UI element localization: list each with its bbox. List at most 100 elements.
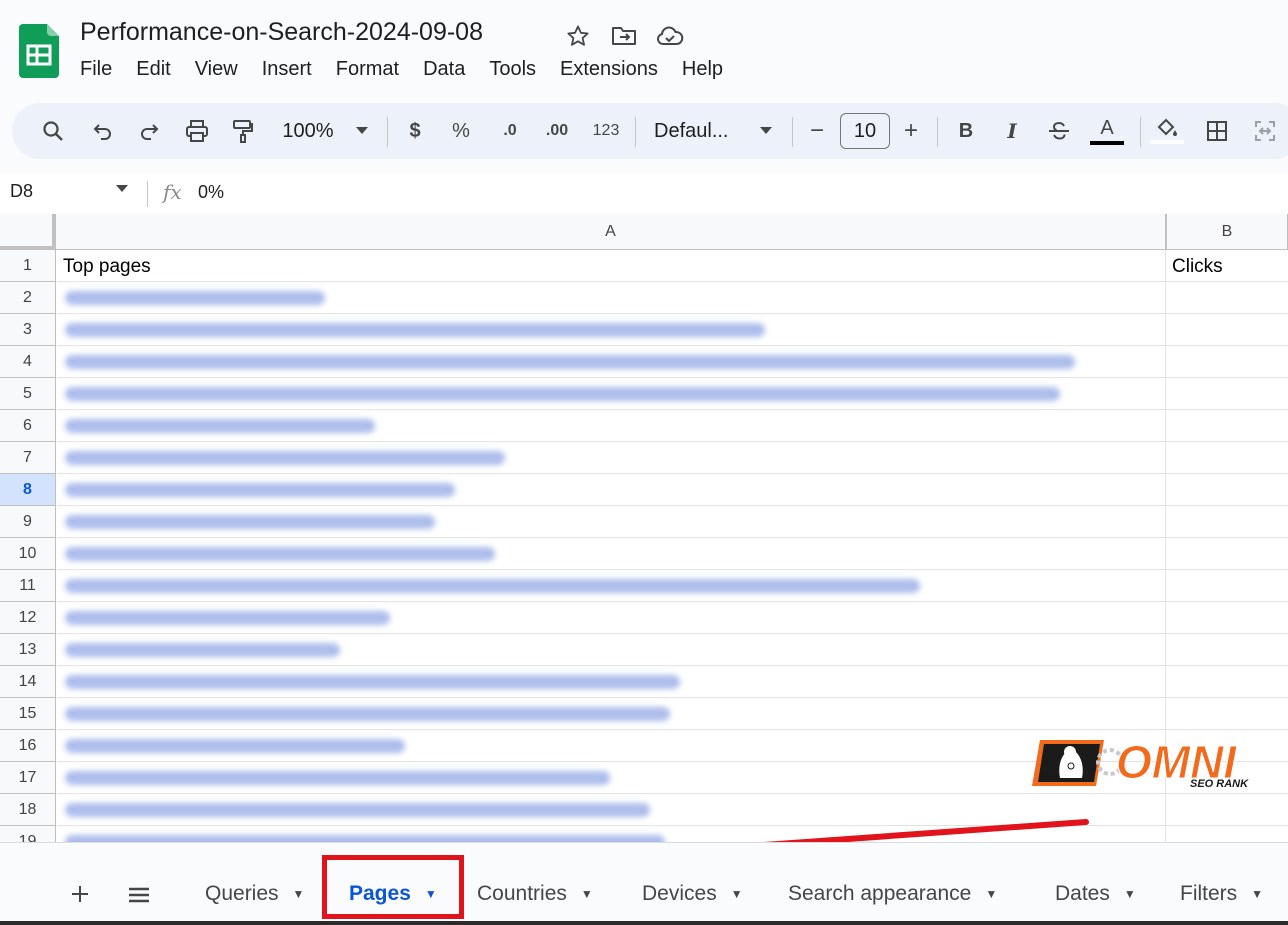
- menu-view[interactable]: View: [195, 58, 238, 81]
- cell-a[interactable]: [57, 410, 1166, 442]
- row-header[interactable]: 18: [0, 794, 56, 826]
- cell-b[interactable]: [1166, 794, 1288, 826]
- font-size-input[interactable]: 10: [840, 113, 890, 149]
- column-header-a[interactable]: A: [56, 214, 1166, 250]
- all-sheets-icon[interactable]: [128, 880, 150, 911]
- row-header[interactable]: 9: [0, 506, 56, 538]
- cell-a[interactable]: [57, 506, 1166, 538]
- column-header-b[interactable]: B: [1166, 214, 1288, 250]
- chevron-down-icon[interactable]: ▼: [1124, 887, 1136, 901]
- print-icon[interactable]: [182, 103, 212, 159]
- sheet-tab-queries[interactable]: Queries ▼: [205, 882, 304, 906]
- merge-cells-icon[interactable]: [1252, 103, 1278, 159]
- row-header[interactable]: 7: [0, 442, 56, 474]
- cell-a[interactable]: [57, 538, 1166, 570]
- sheet-tab-dates[interactable]: Dates ▼: [1055, 882, 1136, 906]
- row-header[interactable]: 16: [0, 730, 56, 762]
- cell-b[interactable]: [1166, 410, 1288, 442]
- document-title[interactable]: Performance-on-Search-2024-09-08: [80, 18, 483, 47]
- cell-b[interactable]: [1166, 602, 1288, 634]
- cell-a[interactable]: [57, 762, 1166, 794]
- row-header[interactable]: 1: [0, 250, 56, 282]
- cell-a[interactable]: Top pages: [57, 250, 1166, 282]
- currency-format-button[interactable]: $: [402, 103, 428, 159]
- fill-color-icon[interactable]: [1150, 103, 1184, 159]
- row-header[interactable]: 13: [0, 634, 56, 666]
- cell-a[interactable]: [57, 602, 1166, 634]
- cell-b[interactable]: [1166, 666, 1288, 698]
- sheet-tab-search-appearance[interactable]: Search appearance ▼: [788, 882, 997, 906]
- bold-button[interactable]: B: [954, 103, 978, 159]
- cell-b[interactable]: [1166, 506, 1288, 538]
- sheet-tab-countries[interactable]: Countries ▼: [477, 882, 593, 906]
- cell-b[interactable]: [1166, 698, 1288, 730]
- row-header[interactable]: 10: [0, 538, 56, 570]
- redo-icon[interactable]: [134, 103, 164, 159]
- chevron-down-icon[interactable]: ▼: [1251, 887, 1263, 901]
- name-box[interactable]: D8: [10, 181, 33, 202]
- cell-a[interactable]: [57, 570, 1166, 602]
- cell-a[interactable]: [57, 314, 1166, 346]
- zoom-caret-icon[interactable]: [352, 103, 372, 159]
- cell-a[interactable]: [57, 730, 1166, 762]
- cloud-saved-icon[interactable]: [656, 22, 684, 50]
- increase-font-size-button[interactable]: +: [900, 103, 922, 159]
- number-format-button[interactable]: 123: [590, 103, 622, 159]
- menu-file[interactable]: File: [80, 58, 112, 81]
- cell-b[interactable]: [1166, 378, 1288, 410]
- chevron-down-icon[interactable]: ▼: [293, 887, 305, 901]
- cell-b[interactable]: [1166, 538, 1288, 570]
- cell-b[interactable]: Clicks: [1166, 250, 1288, 282]
- row-header[interactable]: 11: [0, 570, 56, 602]
- cell-a[interactable]: [57, 378, 1166, 410]
- zoom-select[interactable]: 100%: [276, 103, 340, 159]
- sheets-logo-icon[interactable]: [19, 24, 59, 78]
- sheet-tab-filters[interactable]: Filters ▼: [1180, 882, 1263, 906]
- cell-a[interactable]: [57, 698, 1166, 730]
- row-header[interactable]: 8: [0, 474, 56, 506]
- menu-insert[interactable]: Insert: [262, 58, 312, 81]
- menu-data[interactable]: Data: [423, 58, 465, 81]
- chevron-down-icon[interactable]: ▼: [581, 887, 593, 901]
- cell-a[interactable]: [57, 794, 1166, 826]
- name-box-caret-icon[interactable]: [116, 185, 128, 193]
- formula-input[interactable]: 0%: [198, 182, 224, 203]
- cell-b[interactable]: [1166, 826, 1288, 842]
- percent-format-button[interactable]: %: [448, 103, 474, 159]
- add-sheet-icon[interactable]: [70, 880, 90, 911]
- cell-b[interactable]: [1166, 570, 1288, 602]
- cell-b[interactable]: [1166, 314, 1288, 346]
- cell-a[interactable]: [57, 282, 1166, 314]
- paint-format-icon[interactable]: [228, 103, 258, 159]
- strikethrough-icon[interactable]: [1046, 103, 1072, 159]
- decrease-decimal-button[interactable]: .0: [494, 103, 526, 159]
- row-header[interactable]: 5: [0, 378, 56, 410]
- select-all-corner[interactable]: [0, 214, 56, 250]
- italic-button[interactable]: I: [1000, 103, 1024, 159]
- menu-format[interactable]: Format: [336, 58, 399, 81]
- font-family-select[interactable]: Defaul...: [654, 103, 744, 159]
- cell-b[interactable]: [1166, 442, 1288, 474]
- cell-b[interactable]: [1166, 282, 1288, 314]
- cell-b[interactable]: [1166, 346, 1288, 378]
- cell-b[interactable]: [1166, 634, 1288, 666]
- row-header[interactable]: 3: [0, 314, 56, 346]
- cell-a[interactable]: [57, 474, 1166, 506]
- cell-a[interactable]: [57, 634, 1166, 666]
- row-header[interactable]: 19: [0, 826, 56, 842]
- row-header[interactable]: 4: [0, 346, 56, 378]
- chevron-down-icon[interactable]: ▼: [731, 887, 743, 901]
- star-icon[interactable]: [564, 22, 592, 50]
- row-header[interactable]: 14: [0, 666, 56, 698]
- cell-a[interactable]: [57, 826, 1166, 842]
- menu-extensions[interactable]: Extensions: [560, 58, 658, 81]
- undo-icon[interactable]: [88, 103, 118, 159]
- move-folder-icon[interactable]: [610, 22, 638, 50]
- row-header[interactable]: 17: [0, 762, 56, 794]
- cell-a[interactable]: [57, 666, 1166, 698]
- text-color-button[interactable]: A: [1090, 103, 1124, 159]
- cell-a[interactable]: [57, 442, 1166, 474]
- sheet-tab-devices[interactable]: Devices ▼: [642, 882, 743, 906]
- chevron-down-icon[interactable]: ▼: [985, 887, 997, 901]
- row-header[interactable]: 12: [0, 602, 56, 634]
